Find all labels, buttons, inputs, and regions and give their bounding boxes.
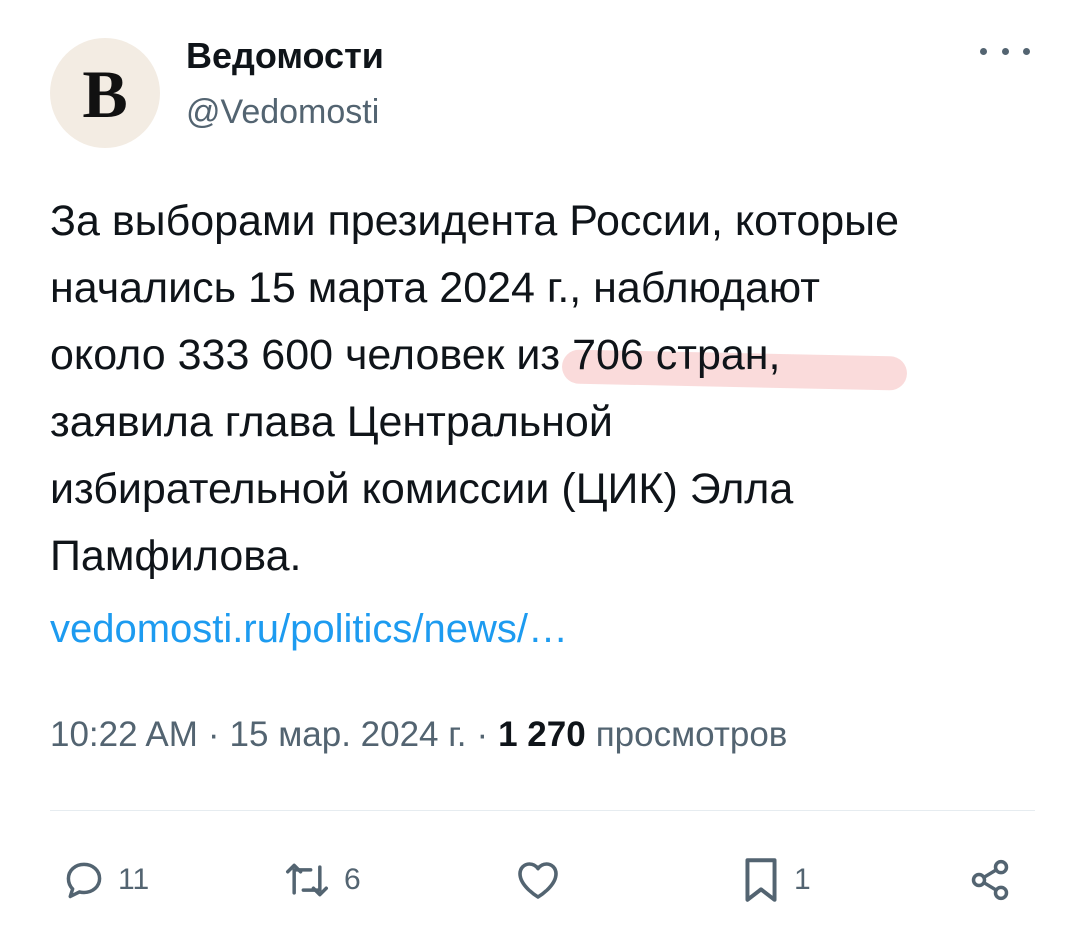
- bookmark-count: 1: [794, 863, 811, 896]
- tweet-date[interactable]: 15 мар. 2024 г.: [230, 715, 467, 755]
- tweet-line: около 333 600 человек из 706 стран,: [50, 331, 781, 379]
- author-name[interactable]: Ведомости: [186, 35, 384, 77]
- retweet-button[interactable]: 6: [282, 850, 361, 910]
- tweet-time[interactable]: 10:22 AM: [50, 715, 198, 755]
- views-count: 1 270: [498, 715, 586, 754]
- tweet-line: За выборами президента России, которые: [50, 197, 899, 245]
- reply-count: 11: [118, 863, 150, 896]
- divider: [50, 810, 1035, 811]
- tweet-meta: 10:22 AM · 15 мар. 2024 г. · 1 270 просм…: [50, 715, 787, 755]
- tweet-line: начались 15 марта 2024 г., наблюдают: [50, 264, 820, 312]
- separator: ·: [476, 715, 489, 754]
- share-icon: [971, 859, 1009, 901]
- bookmark-button[interactable]: 1: [740, 850, 811, 910]
- reply-button[interactable]: 11: [62, 850, 149, 910]
- tweet-line: избирательной комиссии (ЦИК) Элла: [50, 465, 794, 513]
- views-label: просмотров: [595, 715, 788, 754]
- tweet-text: За выборами президента России, которые н…: [50, 188, 1040, 590]
- tweet-line: заявила глава Центральной: [50, 398, 613, 446]
- author-handle[interactable]: @Vedomosti: [186, 93, 379, 132]
- reply-icon: [66, 862, 102, 899]
- separator: ·: [207, 715, 220, 754]
- bookmark-icon: [745, 858, 777, 902]
- like-icon: [518, 862, 558, 899]
- more-icon[interactable]: [980, 36, 1030, 66]
- tweet-line: Памфилова.: [50, 532, 302, 580]
- avatar-letter: В: [82, 56, 128, 132]
- avatar[interactable]: В: [50, 38, 160, 148]
- like-button[interactable]: [512, 850, 576, 910]
- article-link[interactable]: vedomosti.ru/politics/news/…: [50, 607, 568, 652]
- action-bar: 11 6 1: [50, 850, 1035, 910]
- retweet-count: 6: [344, 863, 361, 896]
- share-button[interactable]: [968, 850, 1012, 910]
- retweet-icon: [286, 863, 328, 897]
